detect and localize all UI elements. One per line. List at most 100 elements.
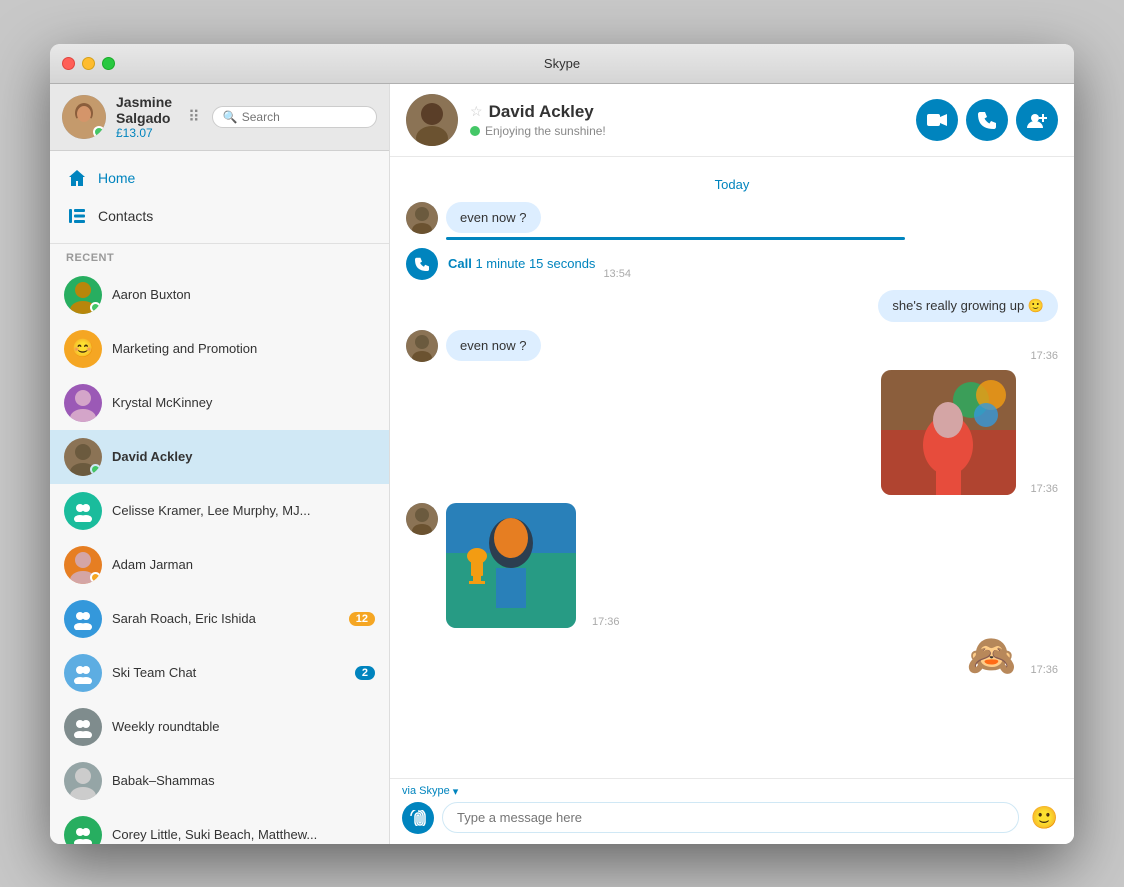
message-time: 13:54 <box>603 268 631 280</box>
chat-input-area: via Skype ▾ 🙂 <box>390 778 1074 844</box>
app-window: Skype Jasmine Salgado £ <box>50 44 1074 844</box>
titlebar: Skype <box>50 44 1074 84</box>
image-message <box>446 503 576 628</box>
incoming-msg-block: even now ? <box>446 202 1058 240</box>
nav-home-label: Home <box>98 170 135 186</box>
star-icon[interactable]: ☆ <box>470 103 483 120</box>
contact-name: Weekly roundtable <box>112 719 375 734</box>
user-credits: £13.07 <box>116 126 172 140</box>
call-label: Call <box>448 256 475 271</box>
list-item[interactable]: Corey Little, Suki Beach, Matthew... <box>50 808 389 844</box>
via-skype-dropdown-icon[interactable]: ▾ <box>453 785 459 798</box>
list-item[interactable]: Krystal McKinney <box>50 376 389 430</box>
maximize-button[interactable] <box>102 57 115 70</box>
message-time: 17:36 <box>1030 350 1058 362</box>
contact-name: Aaron Buxton <box>112 287 375 302</box>
chat-action-buttons <box>916 99 1058 141</box>
nav-contacts-label: Contacts <box>98 208 153 224</box>
user-avatar[interactable] <box>62 95 106 139</box>
avatar <box>64 654 102 692</box>
recent-label: RECENT <box>50 244 389 268</box>
message-time: 17:36 <box>1030 664 1058 676</box>
attach-button[interactable] <box>402 802 434 834</box>
user-info: Jasmine Salgado £13.07 <box>116 94 172 140</box>
grid-icon[interactable]: ⠿ <box>182 101 206 133</box>
audio-call-button[interactable] <box>966 99 1008 141</box>
list-item[interactable]: Babak–Shammas <box>50 754 389 808</box>
add-contact-button[interactable] <box>1016 99 1058 141</box>
unread-badge: 12 <box>349 612 375 626</box>
list-item[interactable]: David Ackley <box>50 430 389 484</box>
recent-list: Aaron Buxton 😊 Marketing and Promotion K… <box>50 268 389 844</box>
chat-area: ☆ David Ackley Enjoying the sunshine! <box>390 84 1074 844</box>
sidebar: Jasmine Salgado £13.07 ⠿ 🔍 <box>50 84 390 844</box>
list-item[interactable]: Sarah Roach, Eric Ishida 12 <box>50 592 389 646</box>
message-group: even now ? 17:36 <box>406 330 1058 362</box>
video-call-button[interactable] <box>916 99 958 141</box>
via-skype-label: via Skype ▾ <box>402 785 1062 798</box>
avatar: 😊 <box>64 330 102 368</box>
avatar <box>64 492 102 530</box>
minimize-button[interactable] <box>82 57 95 70</box>
nav-section: Home Contacts <box>50 151 389 244</box>
list-item[interactable]: Adam Jarman <box>50 538 389 592</box>
chat-header: ☆ David Ackley Enjoying the sunshine! <box>390 84 1074 157</box>
list-item[interactable]: Aaron Buxton <box>50 268 389 322</box>
contact-status-text: Enjoying the sunshine! <box>485 124 606 138</box>
list-item[interactable]: Celisse Kramer, Lee Murphy, MJ... <box>50 484 389 538</box>
chat-input-row: 🙂 <box>402 802 1062 834</box>
emoji-content: 🙈 <box>967 636 1017 676</box>
contact-name: Corey Little, Suki Beach, Matthew... <box>112 827 375 842</box>
contact-name: Adam Jarman <box>112 557 375 572</box>
contact-name: Krystal McKinney <box>112 395 375 410</box>
home-icon <box>66 167 88 189</box>
msg-avatar <box>406 503 438 535</box>
nav-contacts[interactable]: Contacts <box>50 197 389 235</box>
avatar <box>64 438 102 476</box>
message-bubble: she's really growing up 🙂 <box>878 290 1058 322</box>
traffic-lights <box>62 57 115 70</box>
user-status-dot <box>93 126 105 138</box>
search-input[interactable] <box>242 110 366 124</box>
contact-name: Sarah Roach, Eric Ishida <box>112 611 339 626</box>
list-item[interactable]: Ski Team Chat 2 <box>50 646 389 700</box>
avatar <box>64 276 102 314</box>
app-body: Jasmine Salgado £13.07 ⠿ 🔍 <box>50 84 1074 844</box>
read-indicator <box>446 237 905 240</box>
chat-contact-name: David Ackley <box>489 102 594 122</box>
message-input[interactable] <box>442 802 1019 833</box>
contacts-icon <box>66 205 88 227</box>
list-item[interactable]: Weekly roundtable <box>50 700 389 754</box>
message-time: 17:36 <box>1030 483 1058 495</box>
online-status-dot <box>470 126 480 136</box>
outgoing-image-message: 17:36 <box>406 370 1058 495</box>
window-title: Skype <box>544 56 580 71</box>
nav-home[interactable]: Home <box>50 159 389 197</box>
message-bubble: even now ? <box>446 202 541 233</box>
emoji-button[interactable]: 🙂 <box>1027 805 1062 831</box>
list-item[interactable]: 😊 Marketing and Promotion <box>50 322 389 376</box>
msg-avatar <box>406 202 438 234</box>
call-message: Call 1 minute 15 seconds 13:54 <box>406 248 1058 280</box>
chat-contact-avatar <box>406 94 458 146</box>
date-separator: Today <box>406 177 1058 192</box>
contact-name: Celisse Kramer, Lee Murphy, MJ... <box>112 503 375 518</box>
contact-name: Ski Team Chat <box>112 665 345 680</box>
messages-container: Today even now ? Call <box>390 157 1074 778</box>
contact-name: David Ackley <box>112 449 375 464</box>
outgoing-emoji-message: 🙈 17:36 <box>406 636 1058 676</box>
call-duration: 1 minute 15 seconds <box>475 256 595 271</box>
message-time: 17:36 <box>592 616 620 628</box>
avatar <box>64 600 102 638</box>
close-button[interactable] <box>62 57 75 70</box>
msg-avatar <box>406 330 438 362</box>
avatar <box>64 816 102 844</box>
message-bubble: even now ? <box>446 330 541 361</box>
contact-name: Marketing and Promotion <box>112 341 375 356</box>
avatar <box>64 546 102 584</box>
search-box[interactable]: 🔍 <box>212 106 377 128</box>
user-name: Jasmine Salgado <box>116 94 172 126</box>
avatar <box>64 762 102 800</box>
avatar <box>64 384 102 422</box>
unread-badge: 2 <box>355 666 375 680</box>
